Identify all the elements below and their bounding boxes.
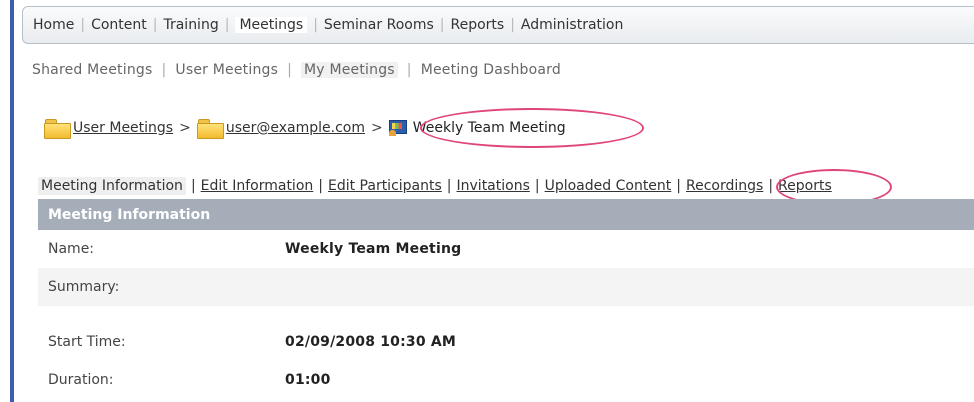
- nav-item-home-label[interactable]: Home: [33, 17, 74, 33]
- info-row-duration: Duration: 01:00: [38, 361, 974, 399]
- subnav-shared-meetings[interactable]: Shared Meetings: [32, 62, 152, 78]
- nav-item-meetings-label[interactable]: Meetings: [239, 17, 303, 33]
- info-value: Weekly Team Meeting: [285, 241, 462, 257]
- nav-item-reports-label[interactable]: Reports: [450, 17, 504, 33]
- tab-separator: |: [446, 178, 452, 194]
- info-label: Name:: [48, 241, 95, 257]
- sub-nav: Shared Meetings | User Meetings | My Mee…: [32, 62, 561, 78]
- tab-recordings[interactable]: Recordings: [686, 178, 763, 194]
- nav-separator: |: [80, 17, 86, 33]
- subnav-separator: |: [287, 62, 293, 78]
- info-label: Duration:: [48, 372, 114, 388]
- info-label: Summary:: [48, 279, 120, 295]
- tab-reports[interactable]: Reports: [778, 178, 832, 194]
- left-border-accent: [10, 0, 14, 402]
- tab-edit-participants[interactable]: Edit Participants: [328, 178, 442, 194]
- breadcrumb-user-email[interactable]: user@example.com: [226, 120, 365, 136]
- subnav-meeting-dashboard[interactable]: Meeting Dashboard: [421, 62, 561, 78]
- tab-separator: |: [318, 178, 323, 194]
- tab-separator: |: [768, 178, 774, 194]
- section-title: Meeting Information: [48, 206, 211, 223]
- meeting-icon: [388, 120, 407, 136]
- nav-item-content[interactable]: Content: [91, 17, 147, 33]
- tab-invitations[interactable]: Invitations: [457, 178, 530, 194]
- nav-item-home[interactable]: Home: [33, 17, 74, 33]
- nav-item-seminar-rooms[interactable]: Seminar Rooms: [324, 17, 434, 33]
- info-row-name: Name: Weekly Team Meeting: [38, 230, 974, 268]
- nav-separator: |: [313, 17, 318, 33]
- nav-item-meetings[interactable]: Meetings: [235, 17, 308, 33]
- info-row-start-time: Start Time: 02/09/2008 10:30 AM: [38, 323, 974, 361]
- breadcrumb-user-meetings[interactable]: User Meetings: [73, 120, 173, 136]
- section-header: Meeting Information: [38, 199, 974, 230]
- tab-separator: |: [534, 178, 540, 194]
- folder-icon: [44, 118, 71, 139]
- meeting-tabs: Meeting Information | Edit Information |…: [38, 177, 832, 195]
- info-label: Start Time:: [48, 334, 126, 350]
- tab-separator: |: [190, 178, 196, 194]
- nav-item-training[interactable]: Training: [163, 17, 218, 33]
- info-value: 01:00: [285, 372, 331, 388]
- nav-item-reports[interactable]: Reports: [450, 17, 504, 33]
- nav-item-training-label[interactable]: Training: [163, 17, 218, 33]
- nav-separator: |: [510, 17, 515, 33]
- breadcrumb-separator: >: [179, 120, 191, 136]
- subnav-user-meetings[interactable]: User Meetings: [175, 62, 278, 78]
- breadcrumb: User Meetings > user@example.com > Weekl…: [44, 118, 566, 139]
- subnav-separator: |: [406, 62, 412, 78]
- tab-meeting-information[interactable]: Meeting Information: [38, 177, 186, 195]
- nav-separator: |: [152, 17, 158, 33]
- nav-item-administration[interactable]: Administration: [521, 17, 623, 33]
- tab-uploaded-content[interactable]: Uploaded Content: [545, 178, 672, 194]
- nav-separator: |: [439, 17, 445, 33]
- nav-item-seminar-rooms-label[interactable]: Seminar Rooms: [324, 17, 434, 33]
- breadcrumb-current-meeting: Weekly Team Meeting: [412, 120, 566, 136]
- nav-item-administration-label[interactable]: Administration: [521, 17, 623, 33]
- info-value: 02/09/2008 10:30 AM: [285, 334, 457, 350]
- info-row-summary: Summary:: [38, 268, 974, 306]
- subnav-separator: |: [161, 62, 167, 78]
- tab-separator: |: [676, 178, 681, 194]
- top-nav: Home | Content | Training | Meetings | S…: [22, 6, 974, 44]
- nav-item-content-label[interactable]: Content: [91, 17, 147, 33]
- folder-icon: [196, 118, 224, 139]
- subnav-my-meetings[interactable]: My Meetings: [301, 62, 398, 78]
- nav-separator: |: [224, 17, 230, 33]
- breadcrumb-separator: >: [371, 120, 383, 136]
- tab-edit-information[interactable]: Edit Information: [201, 178, 314, 194]
